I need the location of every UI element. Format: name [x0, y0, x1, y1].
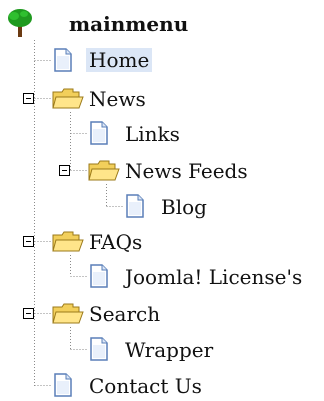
tree-item-label: FAQs [89, 230, 143, 254]
tree-item-label: Links [125, 122, 180, 146]
tree-item-label: Contact Us [89, 374, 202, 398]
collapse-toggle[interactable] [59, 165, 70, 176]
menu-tree: mainmenu Home News Links News Feeds Blog… [0, 0, 324, 398]
tree-icon [8, 9, 32, 37]
folder-icon [52, 88, 84, 109]
tree-item-label: Search [89, 302, 161, 326]
collapse-toggle[interactable] [23, 236, 34, 247]
tree-item-label: News Feeds [125, 159, 248, 183]
tree-item-label: News [89, 87, 146, 111]
collapse-toggle[interactable] [23, 308, 34, 319]
page-icon [90, 337, 108, 361]
page-icon [54, 373, 72, 397]
tree-item-label: Joomla! License's [125, 265, 303, 289]
tree-item-label: Home [86, 48, 153, 72]
tree-item-label: Wrapper [125, 338, 214, 362]
tree-item-label: Blog [161, 195, 207, 219]
page-icon [126, 194, 144, 218]
page-icon [90, 264, 108, 288]
folder-icon [52, 303, 84, 324]
folder-icon [88, 160, 120, 181]
page-icon [90, 121, 108, 145]
collapse-toggle[interactable] [23, 93, 34, 104]
page-icon [54, 48, 72, 72]
tree-root-label: mainmenu [69, 12, 189, 36]
folder-icon [52, 231, 84, 252]
